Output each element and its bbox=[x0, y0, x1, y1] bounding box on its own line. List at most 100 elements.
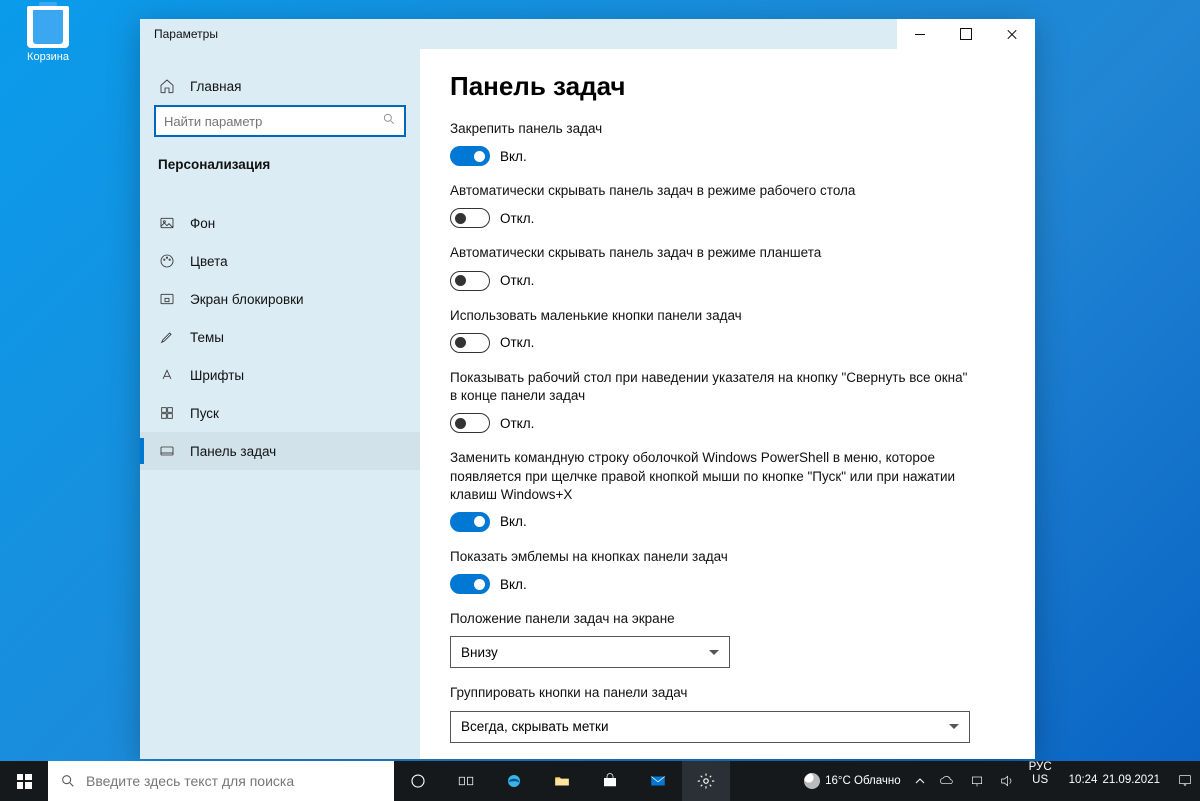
mail-icon bbox=[649, 772, 667, 790]
setting-toggle-5[interactable] bbox=[450, 512, 490, 532]
position-label: Положение панели задач на экране bbox=[450, 610, 970, 628]
lockscreen-icon bbox=[158, 290, 176, 308]
setting-state-2: Откл. bbox=[500, 273, 534, 288]
cloud-icon bbox=[939, 773, 955, 789]
taskbar-icon bbox=[158, 442, 176, 460]
folder-icon bbox=[553, 772, 571, 790]
setting-label-1: Автоматически скрывать панель задач в ре… bbox=[450, 182, 970, 200]
setting-toggle-0[interactable] bbox=[450, 146, 490, 166]
page-title: Панель задач bbox=[450, 71, 1005, 102]
taskbar-search[interactable]: Введите здесь текст для поиска bbox=[48, 761, 394, 801]
store-button[interactable] bbox=[586, 761, 634, 801]
position-value: Внизу bbox=[461, 645, 498, 660]
store-icon bbox=[601, 772, 619, 790]
minimize-button[interactable] bbox=[897, 19, 943, 49]
notification-icon bbox=[1177, 773, 1193, 789]
tray-language[interactable]: РУС US bbox=[1022, 761, 1059, 801]
nav-start-label: Пуск bbox=[190, 406, 219, 421]
setting-state-0: Вкл. bbox=[500, 149, 527, 164]
tray-chevron[interactable] bbox=[908, 761, 932, 801]
setting-toggle-4[interactable] bbox=[450, 413, 490, 433]
setting-toggle-3[interactable] bbox=[450, 333, 490, 353]
action-center-button[interactable] bbox=[1170, 761, 1200, 801]
search-icon bbox=[60, 773, 76, 789]
combine-dropdown[interactable]: Всегда, скрывать метки bbox=[450, 711, 970, 743]
recycle-bin[interactable]: Корзина bbox=[14, 6, 82, 63]
setting-state-3: Откл. bbox=[500, 335, 534, 350]
nav-home[interactable]: Главная bbox=[140, 67, 420, 105]
nav-start[interactable]: Пуск bbox=[140, 394, 420, 432]
setting-label-0: Закрепить панель задач bbox=[450, 120, 970, 138]
search-input[interactable] bbox=[164, 114, 382, 129]
nav-colors[interactable]: Цвета bbox=[140, 242, 420, 280]
palette-icon bbox=[158, 252, 176, 270]
sidebar: Главная Персонализация Фон Цвета Экран б bbox=[140, 49, 420, 759]
tray-volume[interactable] bbox=[992, 761, 1022, 801]
setting-state-1: Откл. bbox=[500, 211, 534, 226]
setting-state-4: Откл. bbox=[500, 416, 534, 431]
combine-label: Группировать кнопки на панели задач bbox=[450, 684, 970, 702]
setting-label-4: Показывать рабочий стол при наведении ук… bbox=[450, 369, 970, 405]
gear-icon bbox=[697, 772, 715, 790]
lang-primary: РУС bbox=[1029, 761, 1052, 774]
tray-clock[interactable]: 10:24 21.09.2021 bbox=[1059, 761, 1170, 801]
windows-logo-icon bbox=[17, 774, 32, 789]
volume-icon bbox=[999, 773, 1015, 789]
nav-taskbar[interactable]: Панель задач bbox=[140, 432, 420, 470]
maximize-button[interactable] bbox=[943, 19, 989, 49]
home-icon bbox=[158, 77, 176, 95]
nav-lockscreen-label: Экран блокировки bbox=[190, 292, 304, 307]
setting-label-6: Показать эмблемы на кнопках панели задач bbox=[450, 548, 970, 566]
nav-background[interactable]: Фон bbox=[140, 204, 420, 242]
chevron-down-icon bbox=[709, 650, 719, 655]
nav-home-label: Главная bbox=[190, 79, 241, 94]
system-taskbar: Введите здесь текст для поиска 16°C Обла… bbox=[0, 761, 1200, 801]
setting-toggle-6[interactable] bbox=[450, 574, 490, 594]
tray-onedrive[interactable] bbox=[932, 761, 962, 801]
nav-background-label: Фон bbox=[190, 216, 215, 231]
clock-time: 10:24 bbox=[1069, 774, 1098, 787]
weather-widget[interactable]: 16°C Облачно bbox=[797, 761, 908, 801]
nav-themes[interactable]: Темы bbox=[140, 318, 420, 356]
taskbar-search-placeholder: Введите здесь текст для поиска bbox=[86, 773, 294, 789]
circle-icon bbox=[409, 772, 427, 790]
task-view-button[interactable] bbox=[442, 761, 490, 801]
edge-button[interactable] bbox=[490, 761, 538, 801]
search-input-wrap[interactable] bbox=[154, 105, 406, 137]
content-panel: Панель задач Закрепить панель задач Вкл. А… bbox=[420, 49, 1035, 759]
position-dropdown[interactable]: Внизу bbox=[450, 636, 730, 668]
weather-text: 16°C Облачно bbox=[825, 775, 901, 787]
brush-icon bbox=[158, 328, 176, 346]
section-label: Персонализация bbox=[140, 149, 420, 186]
nav-colors-label: Цвета bbox=[190, 254, 228, 269]
chevron-up-icon bbox=[915, 776, 925, 786]
explorer-button[interactable] bbox=[538, 761, 586, 801]
setting-state-6: Вкл. bbox=[500, 577, 527, 592]
nav-lockscreen[interactable]: Экран блокировки bbox=[140, 280, 420, 318]
start-icon bbox=[158, 404, 176, 422]
start-button[interactable] bbox=[0, 761, 48, 801]
clock-date: 21.09.2021 bbox=[1102, 774, 1160, 787]
tray-network[interactable] bbox=[962, 761, 992, 801]
recycle-bin-icon bbox=[27, 6, 69, 48]
lang-secondary: US bbox=[1032, 774, 1048, 787]
recycle-bin-label: Корзина bbox=[14, 51, 82, 63]
picture-icon bbox=[158, 214, 176, 232]
close-button[interactable] bbox=[989, 19, 1035, 49]
font-icon bbox=[158, 366, 176, 384]
window-title: Параметры bbox=[140, 27, 218, 41]
titlebar[interactable]: Параметры bbox=[140, 19, 1035, 49]
nav-fonts[interactable]: Шрифты bbox=[140, 356, 420, 394]
setting-toggle-2[interactable] bbox=[450, 271, 490, 291]
settings-button[interactable] bbox=[682, 761, 730, 801]
mail-button[interactable] bbox=[634, 761, 682, 801]
nav-themes-label: Темы bbox=[190, 330, 224, 345]
setting-label-5: Заменить командную строку оболочкой Wind… bbox=[450, 449, 970, 504]
nav-fonts-label: Шрифты bbox=[190, 368, 244, 383]
combine-value: Всегда, скрывать метки bbox=[461, 719, 609, 734]
setting-toggle-1[interactable] bbox=[450, 208, 490, 228]
cortana-button[interactable] bbox=[394, 761, 442, 801]
task-view-icon bbox=[457, 772, 475, 790]
edge-icon bbox=[505, 772, 523, 790]
settings-window: Параметры Главная Персонализация Фон bbox=[140, 19, 1035, 759]
